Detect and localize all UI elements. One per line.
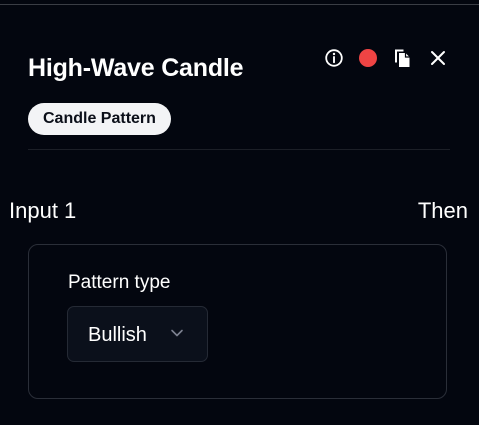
close-icon[interactable] — [426, 46, 450, 70]
panel-toolbar — [322, 46, 450, 70]
category-badge: Candle Pattern — [28, 103, 171, 135]
pattern-type-select[interactable]: Bullish — [67, 306, 208, 362]
header-divider — [28, 149, 450, 150]
input-port-label: Input 1 — [9, 198, 77, 223]
chevron-down-icon — [171, 329, 183, 337]
pattern-type-value: Bullish — [88, 324, 147, 346]
copy-icon[interactable] — [390, 46, 414, 70]
panel-title: High-Wave Candle — [28, 54, 244, 82]
status-dot-icon[interactable] — [356, 46, 380, 70]
top-border — [0, 4, 479, 5]
info-icon[interactable] — [322, 46, 346, 70]
node-config-panel: High-Wave Candle Candle Pattern Input 1 … — [0, 0, 479, 425]
output-port-label: Then — [417, 198, 468, 223]
settings-card: Pattern type Bullish — [28, 244, 447, 399]
pattern-type-label: Pattern type — [68, 272, 171, 293]
